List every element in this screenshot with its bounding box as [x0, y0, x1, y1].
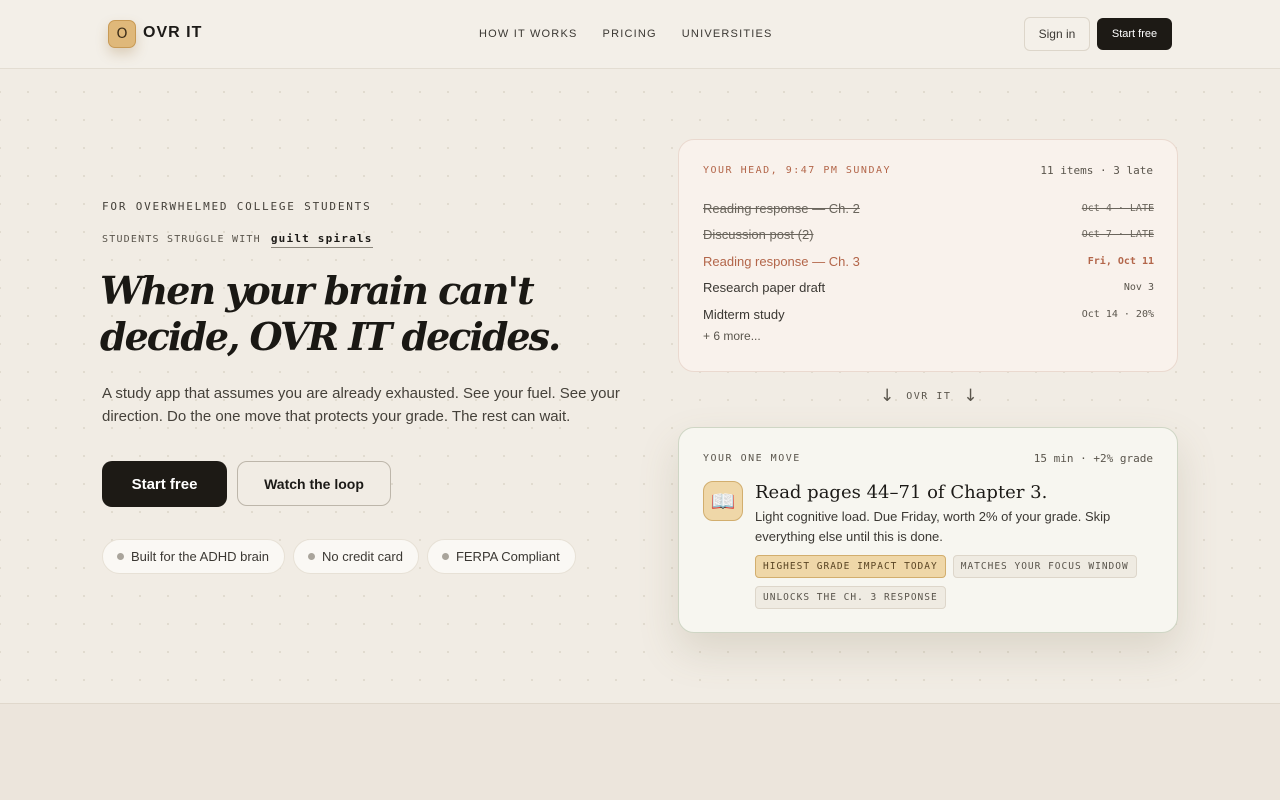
- struggle-line: STUDENTS STRUGGLE WITH guilt spirals: [102, 232, 373, 248]
- tag-focus-window: MATCHES YOUR FOCUS WINDOW: [952, 555, 1137, 578]
- pill-label: Built for the ADHD brain: [131, 549, 270, 564]
- start-free-button[interactable]: Start free: [102, 461, 227, 507]
- ovr-it-divider: ↓ OVR IT ↓: [880, 386, 978, 406]
- move-heading: Read pages 44–71 of Chapter 3.: [755, 482, 1048, 503]
- task-title: Reading response — Ch. 3: [703, 253, 860, 269]
- sign-in-button[interactable]: Sign in: [1024, 17, 1090, 51]
- bullet-dot-icon: [308, 553, 316, 560]
- hero-eyebrow: FOR OVERWHELMED COLLEGE STUDENTS: [102, 200, 372, 213]
- tag-unlocks-response: UNLOCKS THE CH. 3 RESPONSE: [755, 586, 946, 609]
- struggle-label: STUDENTS STRUGGLE WITH: [102, 234, 261, 245]
- move-card-title: YOUR ONE MOVE: [703, 453, 801, 464]
- task-due: Nov 3: [1123, 282, 1154, 294]
- nav-how-it-works[interactable]: HOW IT WORKS: [479, 28, 578, 40]
- task-title: Research paper draft: [703, 280, 826, 296]
- task-title: Midterm study: [703, 306, 785, 322]
- your-head-card: YOUR HEAD, 9:47 PM SUNDAY 11 items · 3 l…: [678, 139, 1178, 372]
- divider-label: OVR IT: [906, 390, 952, 402]
- book-icon: 📖: [703, 481, 743, 521]
- head-card-count: 11 items · 3 late: [1040, 164, 1153, 177]
- logo-icon[interactable]: O: [108, 20, 136, 48]
- pill-no-credit-card: No credit card: [293, 539, 419, 574]
- arrow-down-icon: ↓: [963, 386, 978, 406]
- bullet-dot-icon: [441, 553, 449, 560]
- task-row: Midterm study Oct 14 · 20%: [703, 301, 1154, 328]
- watch-the-loop-button[interactable]: Watch the loop: [237, 461, 391, 506]
- brand-name[interactable]: OVR IT: [143, 24, 202, 42]
- pill-label: No credit card: [322, 549, 403, 564]
- feature-pills: Built for the ADHD brain No credit card …: [102, 539, 576, 574]
- task-due: Oct 7 · LATE: [1081, 229, 1154, 241]
- top-nav: O OVR IT HOW IT WORKS PRICING UNIVERSITI…: [0, 0, 1280, 69]
- task-row: Reading response — Ch. 2 Oct 4 · LATE: [703, 195, 1154, 222]
- header-start-free-button[interactable]: Start free: [1097, 18, 1172, 50]
- arrow-down-icon: ↓: [880, 386, 895, 406]
- task-row: Discussion post (2) Oct 7 · LATE: [703, 222, 1154, 249]
- nav-pricing[interactable]: PRICING: [603, 28, 657, 40]
- pill-ferpa: FERPA Compliant: [426, 539, 576, 574]
- task-row: Research paper draft Nov 3: [703, 275, 1154, 302]
- head-card-title: YOUR HEAD, 9:47 PM SUNDAY: [703, 165, 892, 176]
- task-row: Reading response — Ch. 3 Fri, Oct 11: [703, 248, 1154, 275]
- task-due: Oct 14 · 20%: [1081, 308, 1154, 320]
- move-card-meta: 15 min · +2% grade: [1033, 452, 1153, 465]
- task-due: Oct 4 · LATE: [1081, 202, 1154, 214]
- hero-headline: When your brain can't decide, OVR IT dec…: [100, 268, 561, 359]
- more-items-link: + 6 more...: [703, 329, 761, 343]
- hero-subhead: A study app that assumes you are already…: [102, 385, 620, 425]
- one-move-card: YOUR ONE MOVE 15 min · +2% grade 📖 Read …: [678, 427, 1178, 633]
- struggle-value: guilt spirals: [270, 232, 373, 248]
- task-due: Fri, Oct 11: [1087, 255, 1154, 267]
- move-tags: HIGHEST GRADE IMPACT TODAY MATCHES YOUR …: [755, 555, 1159, 609]
- pill-adhd: Built for the ADHD brain: [102, 539, 286, 574]
- pill-label: FERPA Compliant: [455, 549, 560, 564]
- task-title: Reading response — Ch. 2: [703, 200, 860, 216]
- task-list: Reading response — Ch. 2 Oct 4 · LATE Di…: [703, 195, 1154, 328]
- bullet-dot-icon: [117, 553, 124, 560]
- task-title: Discussion post (2): [703, 227, 814, 243]
- next-section-band: [0, 703, 1280, 800]
- tag-highest-impact: HIGHEST GRADE IMPACT TODAY: [755, 555, 946, 578]
- nav-universities[interactable]: UNIVERSITIES: [682, 28, 773, 40]
- move-description: Light cognitive load. Due Friday, worth …: [755, 509, 1111, 544]
- main-nav: HOW IT WORKS PRICING UNIVERSITIES: [479, 28, 773, 40]
